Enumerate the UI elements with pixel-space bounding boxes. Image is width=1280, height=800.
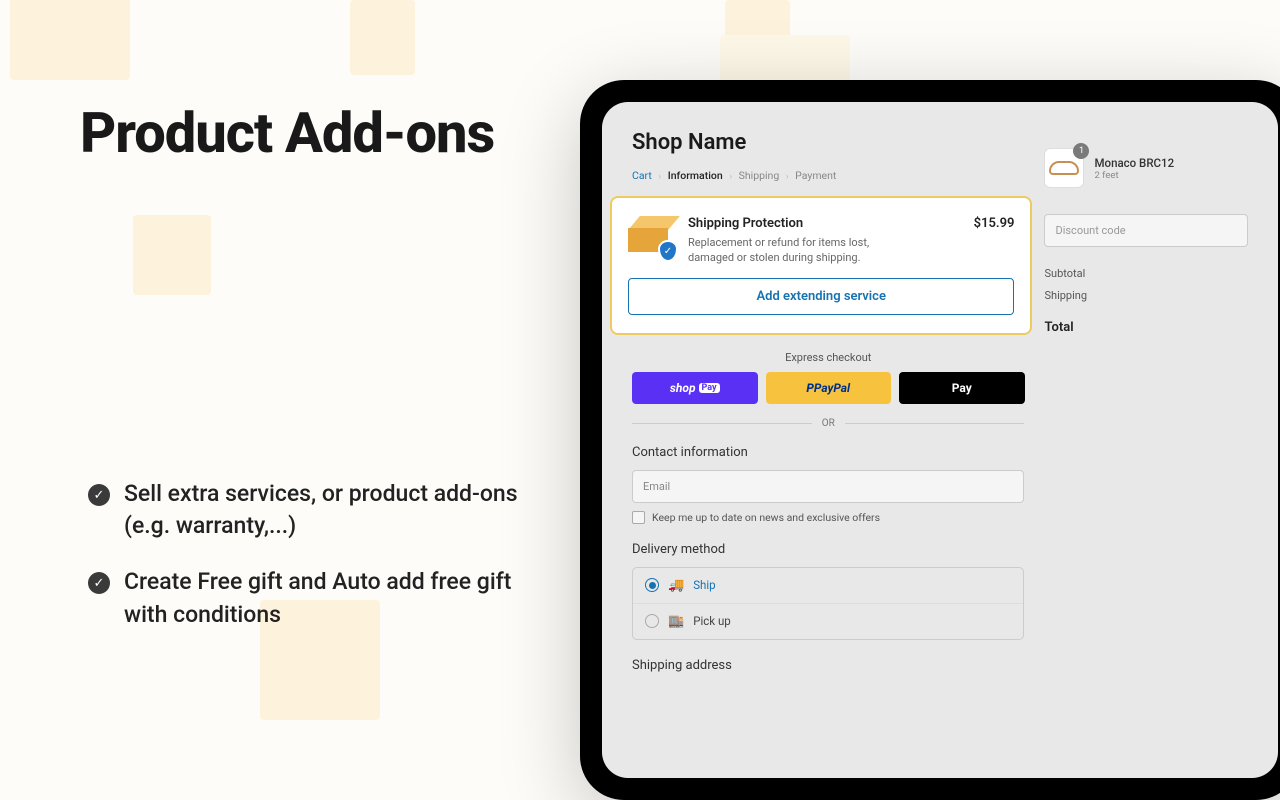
radio-selected <box>645 578 659 592</box>
delivery-heading: Delivery method <box>632 542 1024 557</box>
feature-text: Sell extra services, or product add-ons … <box>124 478 518 542</box>
tablet-mockup: Shop Name Cart › Information › Shipping … <box>580 80 1280 800</box>
email-field[interactable]: Email <box>632 470 1024 503</box>
feature-item: ✓ Sell extra services, or product add-on… <box>88 478 518 542</box>
quantity-badge: 1 <box>1073 143 1089 159</box>
apple-pay-button[interactable]: Pay <box>899 372 1025 404</box>
cart-item: 1 Monaco BRC12 2 feet <box>1044 148 1248 188</box>
checkout-screen: Shop Name Cart › Information › Shipping … <box>602 102 1278 778</box>
addon-price: $15.99 <box>974 216 1015 231</box>
discount-input[interactable]: Discount code <box>1044 214 1248 247</box>
shop-pay-button[interactable]: shopPay <box>632 372 758 404</box>
shipping-protection-icon: ✓ <box>628 216 674 258</box>
shop-name: Shop Name <box>632 130 1024 155</box>
addon-card: ✓ Shipping Protection Replacement or ref… <box>610 196 1032 335</box>
breadcrumb: Cart › Information › Shipping › Payment <box>632 169 1024 182</box>
radio-unselected <box>645 614 659 628</box>
or-divider: OR <box>632 418 1024 429</box>
chevron-right-icon: › <box>729 172 732 182</box>
breadcrumb-shipping: Shipping <box>739 169 780 182</box>
breadcrumb-cart[interactable]: Cart <box>632 169 652 182</box>
addon-description: Replacement or refund for items lost, da… <box>688 235 908 266</box>
product-name: Monaco BRC12 <box>1094 156 1174 170</box>
delivery-option-pickup[interactable]: 🏬 Pick up <box>633 603 1023 639</box>
total-label: Total <box>1044 320 1073 335</box>
truck-icon: 🚚 <box>668 578 684 593</box>
product-thumbnail: 1 <box>1044 148 1084 188</box>
breadcrumb-payment: Payment <box>795 169 836 182</box>
newsletter-checkbox[interactable] <box>632 511 645 524</box>
feature-list: ✓ Sell extra services, or product add-on… <box>88 478 518 655</box>
shipping-address-heading: Shipping address <box>632 658 1024 673</box>
check-icon: ✓ <box>88 484 110 506</box>
addon-title: Shipping Protection <box>688 216 960 231</box>
store-icon: 🏬 <box>668 614 684 629</box>
check-icon: ✓ <box>88 572 110 594</box>
order-summary: 1 Monaco BRC12 2 feet Discount code Subt… <box>1044 130 1248 750</box>
feature-item: ✓ Create Free gift and Auto add free gif… <box>88 566 518 630</box>
chevron-right-icon: › <box>658 172 661 182</box>
page-title: Product Add-ons <box>80 100 540 166</box>
product-variant: 2 feet <box>1094 170 1174 181</box>
chevron-right-icon: › <box>786 172 789 182</box>
express-checkout-label: Express checkout <box>632 351 1024 364</box>
delivery-option-ship[interactable]: 🚚 Ship <box>633 568 1023 603</box>
shipping-label: Shipping <box>1044 289 1087 302</box>
newsletter-label: Keep me up to date on news and exclusive… <box>652 511 880 524</box>
shield-icon: ✓ <box>658 240 678 262</box>
feature-text: Create Free gift and Auto add free gift … <box>124 566 518 630</box>
breadcrumb-information: Information <box>668 169 723 182</box>
add-service-button[interactable]: Add extending service <box>628 278 1014 315</box>
contact-heading: Contact information <box>632 445 1024 460</box>
paypal-button[interactable]: P PayPal <box>766 372 892 404</box>
subtotal-label: Subtotal <box>1044 267 1085 280</box>
